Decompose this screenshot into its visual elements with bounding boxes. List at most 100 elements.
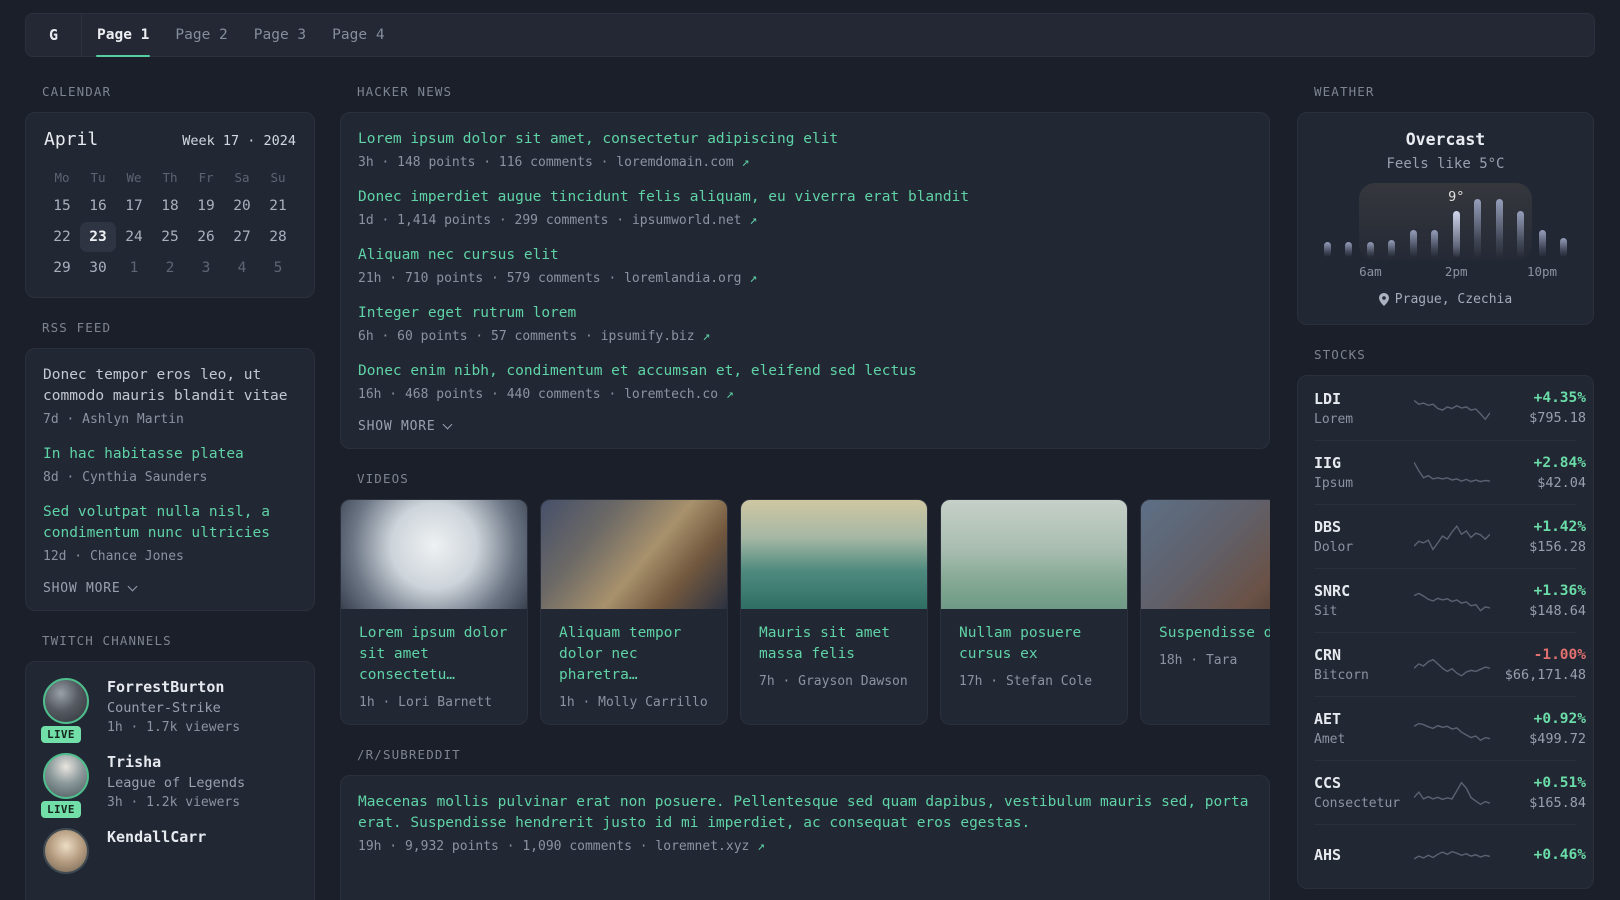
video-title-link[interactable]: Lorem ipsum dolor sit amet consectetu… — [359, 623, 511, 686]
calendar-day: 23 — [80, 222, 116, 252]
twitch-channel-row[interactable]: LIVE Trisha League of Legends 3h · 1.2k … — [41, 753, 297, 818]
video-title-link[interactable]: Suspendisse diam — [1159, 623, 1270, 644]
calendar-weekday: Tu — [90, 170, 106, 185]
stock-row[interactable]: AET Amet +0.92% $499.72 — [1314, 696, 1586, 760]
stock-name: Sit — [1314, 604, 1338, 619]
calendar-weekday: Th — [162, 170, 178, 185]
avatar[interactable] — [43, 753, 89, 799]
hn-story: Donec enim nibh, condimentum et accumsan… — [358, 361, 1252, 402]
calendar-widget: CALENDAR April Week 17 · 2024 Mo Tu We Th Fr… — [25, 84, 315, 298]
live-badge: LIVE — [41, 801, 81, 818]
hn-story-domain-link[interactable]: loremtech.co — [624, 387, 718, 402]
stock-row[interactable]: LDI Lorem +4.35% $795.18 — [1314, 376, 1586, 440]
video-thumbnail[interactable] — [741, 500, 927, 609]
stock-name: Lorem — [1314, 411, 1354, 427]
stock-row[interactable]: AHS +0.46% — [1314, 824, 1586, 888]
weather-feels-like: Feels like 5°C — [1386, 156, 1505, 172]
hn-show-more-button[interactable]: SHOW MORE — [358, 419, 1252, 434]
twitch-channel-name[interactable]: Trisha — [107, 753, 245, 771]
video-meta: 18h · Tara — [1159, 653, 1238, 668]
rss-item-meta: 12d · Chance Jones — [43, 549, 184, 564]
stock-symbol: CCS — [1314, 774, 1342, 792]
stock-price: $499.72 — [1529, 730, 1586, 747]
external-link-icon: ↗ — [702, 329, 711, 344]
avatar[interactable] — [43, 678, 89, 724]
rss-item-link[interactable]: Sed volutpat nulla nisl, a condimentum n… — [43, 502, 297, 544]
avatar[interactable] — [43, 828, 89, 874]
right-column: WEATHER Overcast Feels like 5°C 9° 6am2p… — [1297, 84, 1594, 900]
stock-change: +0.92% — [1533, 710, 1586, 727]
stock-row[interactable]: CCS Consectetur +0.51% $165.84 — [1314, 760, 1586, 824]
calendar-day: 17 — [125, 198, 143, 214]
weather-time-label: 6am — [1359, 264, 1382, 279]
rss-item-link[interactable]: Donec tempor eros leo, ut commodo mauris… — [43, 365, 297, 407]
nav-tab[interactable]: Page 2 — [162, 14, 240, 56]
video-title-link[interactable]: Aliquam tempor dolor nec pharetra… — [559, 623, 711, 686]
stock-change: +1.42% — [1533, 518, 1586, 535]
hn-story-meta: 21h · 710 points · 579 comments · loreml… — [358, 271, 758, 286]
calendar-day: 1 — [129, 260, 139, 276]
hn-story-domain-link[interactable]: ipsumify.biz — [601, 329, 695, 344]
weather-location: Prague, Czechia — [1394, 292, 1513, 307]
nav-tab[interactable]: Page 1 — [84, 14, 162, 57]
stock-row[interactable]: SNRC Sit +1.36% $148.64 — [1314, 568, 1586, 632]
video-thumbnail[interactable] — [1141, 500, 1270, 609]
video-meta: 7h · Grayson Dawson — [759, 674, 908, 689]
rss-item: In hac habitasse platea 8d · Cynthia Sau… — [43, 444, 297, 485]
stock-symbol: AET — [1314, 710, 1342, 728]
hn-story-link[interactable]: Integer eget rutrum lorem — [358, 303, 1252, 324]
rss-widget: RSS FEED Donec tempor eros leo, ut commo… — [25, 320, 315, 611]
video-title-link[interactable]: Nullam posuere cursus ex — [959, 623, 1111, 665]
hn-story-domain-link[interactable]: loremdomain.com — [616, 155, 733, 170]
hn-story-domain-link[interactable]: ipsumworld.net — [632, 213, 742, 228]
video-card[interactable]: Suspendisse diam 18h · Tara — [1140, 499, 1270, 725]
video-title-link[interactable]: Mauris sit amet massa felis — [759, 623, 911, 665]
stock-sparkline — [1414, 711, 1490, 747]
external-link-icon: ↗ — [749, 271, 758, 286]
nav-tab[interactable]: Page 3 — [241, 14, 319, 56]
twitch-channel-name[interactable]: KendallCarr — [107, 828, 206, 846]
hn-story-link[interactable]: Lorem ipsum dolor sit amet, consectetur … — [358, 129, 1252, 150]
video-card[interactable]: Aliquam tempor dolor nec pharetra… 1h · … — [540, 499, 728, 725]
twitch-section-label: TWITCH CHANNELS — [42, 633, 172, 648]
videos-section-label: VIDEOS — [357, 471, 409, 486]
hn-story-link[interactable]: Donec imperdiet augue tincidunt felis al… — [358, 187, 1252, 208]
hn-story-meta: 1d · 1,414 points · 299 comments · ipsum… — [358, 213, 758, 228]
stock-symbol: LDI — [1314, 389, 1342, 408]
hn-story-link[interactable]: Donec enim nibh, condimentum et accumsan… — [358, 361, 1252, 382]
rss-show-more-button[interactable]: SHOW MORE — [43, 581, 297, 596]
stock-row[interactable]: IIG Ipsum +2.84% $42.04 — [1314, 440, 1586, 504]
video-card[interactable]: Nullam posuere cursus ex 17h · Stefan Co… — [940, 499, 1128, 725]
nav-tab[interactable]: Page 4 — [319, 14, 397, 56]
weather-section-label: WEATHER — [1314, 84, 1375, 99]
video-thumbnail[interactable] — [541, 500, 727, 609]
calendar-day: 30 — [89, 260, 107, 276]
reddit-post-domain-link[interactable]: loremnet.xyz — [655, 839, 749, 854]
stock-row[interactable]: DBS Dolor +1.42% $156.28 — [1314, 504, 1586, 568]
calendar-day: 16 — [89, 198, 107, 214]
weather-time-label: 10pm — [1526, 264, 1558, 279]
stock-price: $66,171.48 — [1504, 666, 1586, 683]
reddit-post-link[interactable]: Maecenas mollis pulvinar erat non posuer… — [358, 792, 1252, 834]
video-thumbnail[interactable] — [941, 500, 1127, 609]
stock-name: Amet — [1314, 732, 1346, 747]
hn-story-link[interactable]: Aliquam nec cursus elit — [358, 245, 1252, 266]
twitch-channel-row[interactable]: LIVE KendallCarr — [43, 828, 297, 874]
live-badge: LIVE — [41, 726, 81, 743]
video-thumbnail[interactable] — [341, 500, 527, 609]
weather-condition: Overcast — [1405, 130, 1486, 149]
external-link-icon: ↗ — [749, 213, 758, 228]
hn-story-domain-link[interactable]: loremlandia.org — [624, 271, 741, 286]
calendar-section-label: CALENDAR — [42, 84, 112, 99]
video-card[interactable]: Mauris sit amet massa felis 7h · Grayson… — [740, 499, 928, 725]
stock-sparkline — [1414, 775, 1490, 811]
video-card[interactable]: Lorem ipsum dolor sit amet consectetu… 1… — [340, 499, 528, 725]
twitch-channel-row[interactable]: LIVE ForrestBurton Counter-Strike 1h · 1… — [41, 678, 297, 743]
calendar-day: 24 — [125, 229, 143, 245]
rss-item-link[interactable]: In hac habitasse platea — [43, 444, 297, 465]
subreddit-widget: /R/SUBREDDIT Maecenas mollis pulvinar er… — [340, 747, 1270, 900]
weather-time-label: 2pm — [1444, 264, 1468, 279]
twitch-channel-name[interactable]: ForrestBurton — [107, 678, 240, 696]
stock-row[interactable]: CRN Bitcorn -1.00% $66,171.48 — [1314, 632, 1586, 696]
video-meta: 1h · Molly Carrillo — [559, 695, 708, 710]
